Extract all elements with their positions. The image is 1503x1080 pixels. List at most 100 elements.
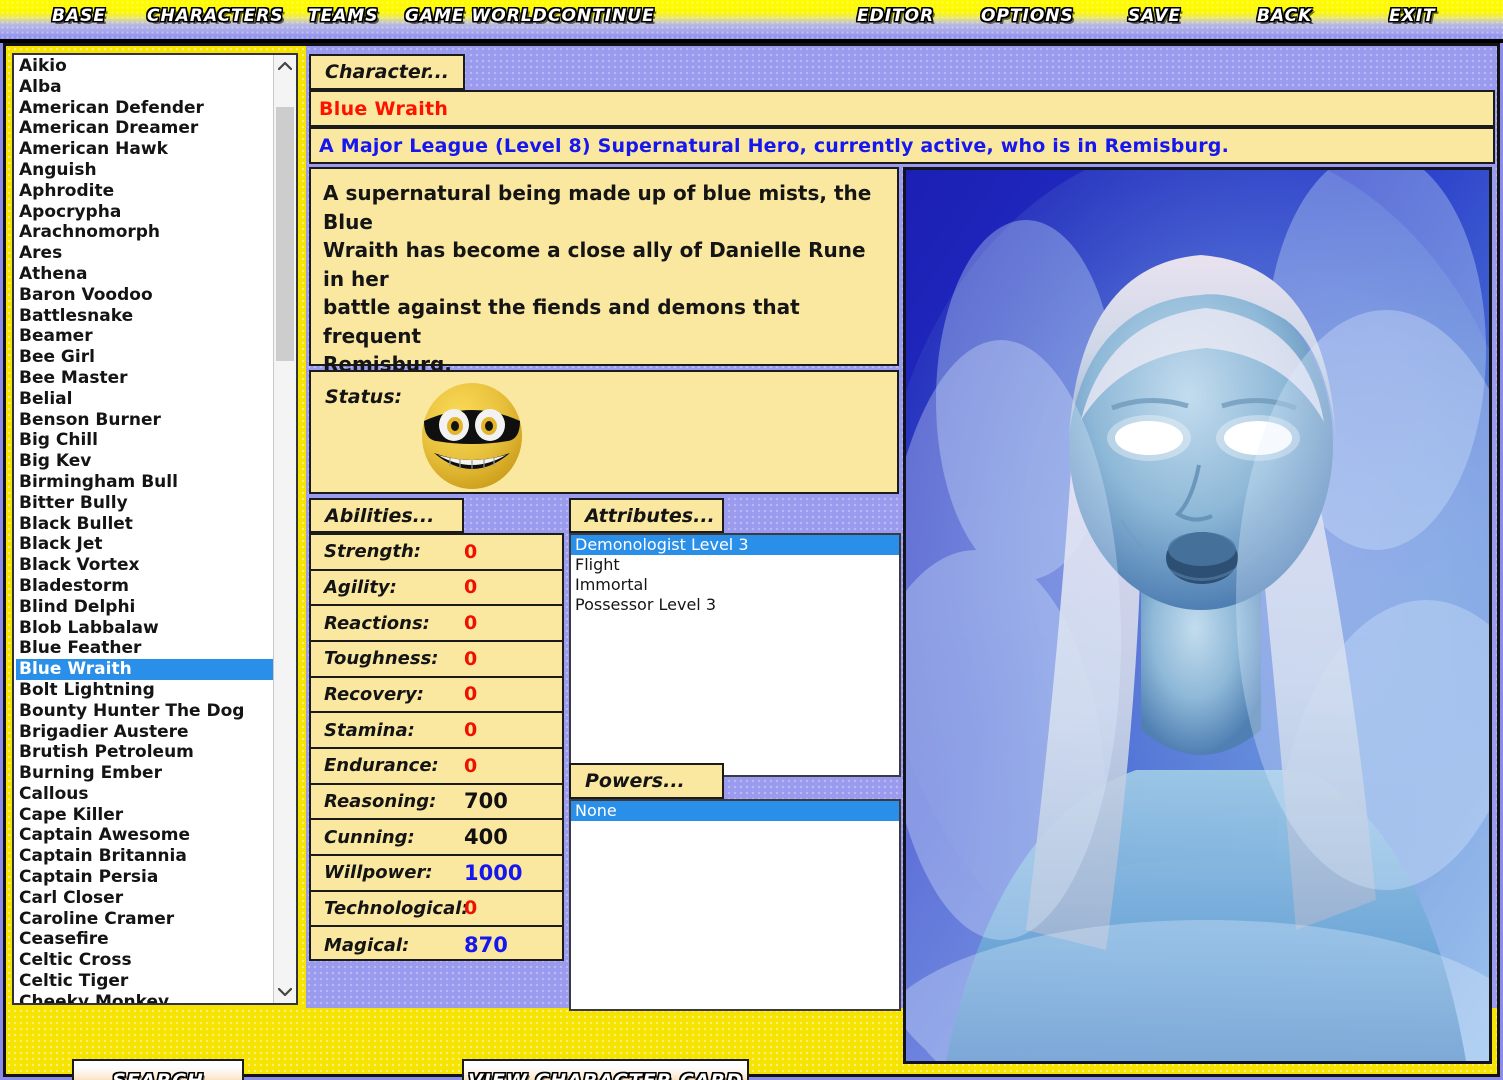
tab-abilities[interactable]: Abilities...: [309, 498, 464, 533]
character-list-item[interactable]: Beamer: [16, 326, 273, 347]
ability-row[interactable]: Agility:0: [311, 571, 562, 607]
character-list-item[interactable]: Captain Britannia: [16, 846, 273, 867]
character-list-item[interactable]: Alba: [16, 77, 273, 98]
tab-character[interactable]: Character...: [309, 54, 465, 90]
ability-value: 0: [464, 755, 477, 777]
character-list-item[interactable]: Black Jet: [16, 534, 273, 555]
menu-item-game-world[interactable]: GAME WORLD: [405, 6, 548, 26]
character-list-item[interactable]: Black Vortex: [16, 555, 273, 576]
character-list-item[interactable]: Apocrypha: [16, 202, 273, 223]
search-button[interactable]: SEARCH: [72, 1059, 244, 1080]
ability-value: 700: [464, 789, 508, 813]
character-list-item[interactable]: Bolt Lightning: [16, 680, 273, 701]
character-list-item[interactable]: Bee Girl: [16, 347, 273, 368]
ability-value: 0: [464, 683, 477, 705]
menu-item-teams[interactable]: TEAMS: [308, 6, 379, 26]
character-list-item[interactable]: Anguish: [16, 160, 273, 181]
ability-row[interactable]: Cunning:400: [311, 820, 562, 856]
ability-value: 870: [464, 933, 508, 957]
character-list-item[interactable]: Belial: [16, 389, 273, 410]
character-list-item[interactable]: Cheeky Monkey: [16, 992, 273, 1003]
menu-item-continue[interactable]: CONTINUE: [548, 6, 655, 26]
menu-item-exit[interactable]: EXIT: [1389, 6, 1436, 26]
main-menu-bar: BASE CHARACTERS TEAMS GAME WORLDCONTINUE EDI…: [0, 0, 1503, 43]
ability-value: 1000: [464, 861, 522, 885]
ability-row[interactable]: Strength:0: [311, 535, 562, 571]
main-content-frame: AikioAlbaAmerican DefenderAmerican Dream…: [3, 43, 1500, 1077]
ability-row[interactable]: Recovery:0: [311, 678, 562, 714]
attributes-list-item[interactable]: Immortal: [571, 575, 899, 595]
character-list-item[interactable]: Big Chill: [16, 430, 273, 451]
character-list-item[interactable]: Celtic Tiger: [16, 971, 273, 992]
character-list-item[interactable]: Burning Ember: [16, 763, 273, 784]
character-list-item[interactable]: Bee Master: [16, 368, 273, 389]
character-list-item[interactable]: Brutish Petroleum: [16, 742, 273, 763]
character-list-scrollbar[interactable]: [273, 55, 296, 1003]
ability-row[interactable]: Reactions:0: [311, 606, 562, 642]
character-list-item[interactable]: Blind Delphi: [16, 597, 273, 618]
character-list-item[interactable]: American Dreamer: [16, 118, 273, 139]
menu-item-options[interactable]: OPTIONS: [981, 6, 1074, 26]
character-list-item[interactable]: Baron Voodoo: [16, 285, 273, 306]
ability-row[interactable]: Endurance:0: [311, 749, 562, 785]
character-list-item[interactable]: Aphrodite: [16, 181, 273, 202]
character-list-item[interactable]: Caroline Cramer: [16, 909, 273, 930]
menu-item-characters[interactable]: CHARACTERS: [147, 6, 284, 26]
view-character-card-label: VIEW CHARACTER CARD: [468, 1070, 743, 1080]
ability-name: Reasoning:: [311, 791, 464, 812]
scrollbar-thumb[interactable]: [276, 107, 294, 361]
character-list-item[interactable]: Arachnomorph: [16, 222, 273, 243]
tab-character-label: Character...: [325, 61, 449, 83]
character-list-item[interactable]: Battlesnake: [16, 306, 273, 327]
character-list-item[interactable]: Athena: [16, 264, 273, 285]
character-list-item[interactable]: Black Bullet: [16, 514, 273, 535]
status-panel: Status:: [309, 370, 899, 494]
character-list-item[interactable]: Celtic Cross: [16, 950, 273, 971]
character-list-item[interactable]: Blue Wraith: [16, 659, 273, 680]
character-list-item[interactable]: Aikio: [16, 56, 273, 77]
powers-list[interactable]: None: [569, 799, 901, 1011]
character-list-item[interactable]: Big Kev: [16, 451, 273, 472]
view-character-card-button[interactable]: VIEW CHARACTER CARD: [462, 1059, 749, 1080]
character-list-item[interactable]: Ares: [16, 243, 273, 264]
attributes-list-item[interactable]: Flight: [571, 555, 899, 575]
menu-item-back[interactable]: BACK: [1257, 6, 1312, 26]
character-list-item[interactable]: Bounty Hunter The Dog: [16, 701, 273, 722]
menu-item-base[interactable]: BASE: [52, 6, 106, 26]
ability-row[interactable]: Technological:0: [311, 892, 562, 928]
ability-name: Technological:: [311, 898, 464, 919]
scroll-down-arrow-icon[interactable]: [274, 981, 296, 1003]
attributes-list-item[interactable]: Demonologist Level 3: [571, 535, 899, 555]
menu-item-editor[interactable]: EDITOR: [857, 6, 934, 26]
tab-powers[interactable]: Powers...: [569, 763, 724, 799]
attributes-list-item[interactable]: Possessor Level 3: [571, 595, 899, 615]
ability-row[interactable]: Willpower:1000: [311, 856, 562, 892]
character-list-item[interactable]: Blue Feather: [16, 638, 273, 659]
character-list-item[interactable]: Brigadier Austere: [16, 722, 273, 743]
character-list-item[interactable]: Captain Awesome: [16, 825, 273, 846]
ability-row[interactable]: Magical:870: [311, 927, 562, 963]
ability-row[interactable]: Stamina:0: [311, 713, 562, 749]
attributes-list[interactable]: Demonologist Level 3FlightImmortalPosses…: [569, 533, 901, 777]
ability-row[interactable]: Reasoning:700: [311, 785, 562, 821]
character-list-item[interactable]: Callous: [16, 784, 273, 805]
character-list-item[interactable]: Bladestorm: [16, 576, 273, 597]
character-list-item[interactable]: Benson Burner: [16, 410, 273, 431]
character-list-item[interactable]: Ceasefire: [16, 929, 273, 950]
ability-name: Strength:: [311, 541, 464, 562]
ability-name: Toughness:: [311, 648, 464, 669]
character-list-item[interactable]: American Defender: [16, 98, 273, 119]
ability-row[interactable]: Toughness:0: [311, 642, 562, 678]
scroll-up-arrow-icon[interactable]: [274, 55, 296, 77]
menu-item-save[interactable]: SAVE: [1128, 6, 1181, 26]
character-list[interactable]: AikioAlbaAmerican DefenderAmerican Dream…: [12, 53, 298, 1005]
character-list-item[interactable]: Captain Persia: [16, 867, 273, 888]
character-list-item[interactable]: American Hawk: [16, 139, 273, 160]
tab-attributes[interactable]: Attributes...: [569, 498, 724, 533]
character-list-item[interactable]: Cape Killer: [16, 805, 273, 826]
character-list-item[interactable]: Birmingham Bull: [16, 472, 273, 493]
character-list-item[interactable]: Carl Closer: [16, 888, 273, 909]
character-list-item[interactable]: Blob Labbalaw: [16, 618, 273, 639]
character-list-item[interactable]: Bitter Bully: [16, 493, 273, 514]
powers-list-item[interactable]: None: [571, 801, 899, 821]
